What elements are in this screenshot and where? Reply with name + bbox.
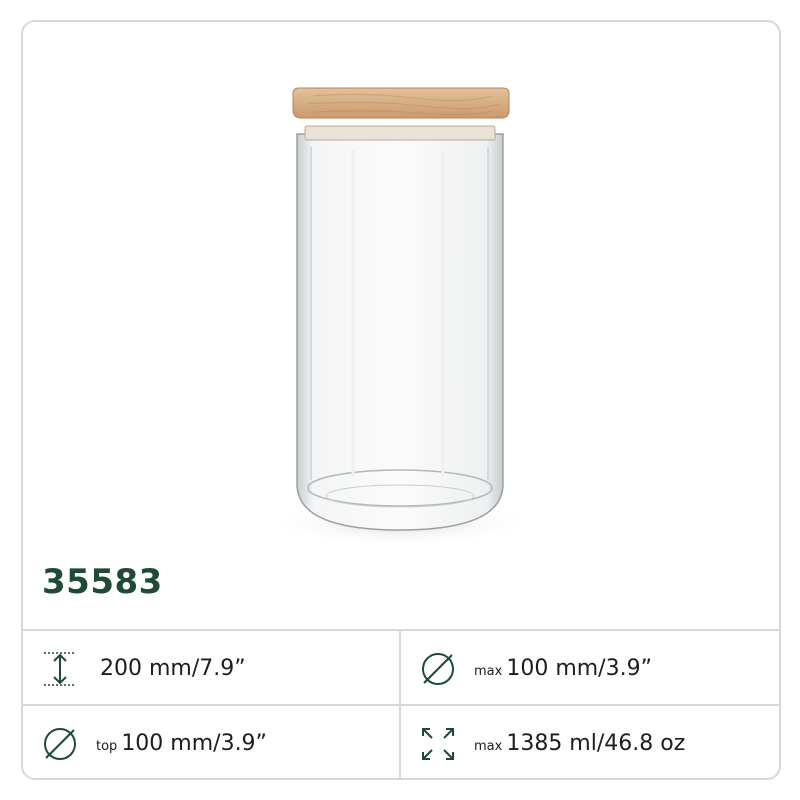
spec-prefix: max bbox=[474, 664, 503, 679]
product-image bbox=[23, 22, 779, 562]
spec-prefix: top bbox=[96, 739, 118, 754]
spec-capacity: max 1385 ml/46.8 oz bbox=[418, 706, 686, 778]
divider bbox=[399, 629, 401, 778]
max-diameter-value: 100 mm/3.9” bbox=[506, 656, 652, 681]
product-card: 35583 200 mm/7.9” max 100 mm/3.9” top 10… bbox=[21, 20, 781, 780]
product-code: 35583 bbox=[42, 562, 163, 602]
expand-arrows-icon bbox=[418, 724, 458, 764]
diameter-icon bbox=[418, 649, 458, 689]
diameter-icon bbox=[40, 724, 80, 764]
spec-top-diameter: top 100 mm/3.9” bbox=[40, 706, 267, 778]
spec-max-diameter: max 100 mm/3.9” bbox=[418, 631, 652, 706]
capacity-value: 1385 ml/46.8 oz bbox=[506, 731, 686, 756]
top-diameter-value: 100 mm/3.9” bbox=[121, 731, 267, 756]
spec-height: 200 mm/7.9” bbox=[40, 631, 246, 706]
spec-grid: 200 mm/7.9” max 100 mm/3.9” top 100 mm/3… bbox=[23, 629, 779, 778]
spec-prefix: max bbox=[474, 739, 503, 754]
height-arrow-icon bbox=[40, 649, 80, 689]
height-value: 200 mm/7.9” bbox=[100, 656, 246, 681]
